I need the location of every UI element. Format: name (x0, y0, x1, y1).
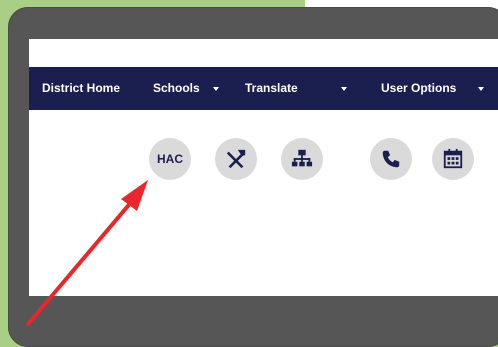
nav-schools-label: Schools (153, 81, 200, 95)
chevron-down-icon (213, 86, 220, 91)
nav-user-options[interactable]: User Options (381, 67, 484, 110)
screen: District Home Schools Translate User Opt… (29, 39, 498, 296)
nav-district-home-label: District Home (42, 81, 121, 95)
nav-user-options-label: User Options (381, 81, 457, 95)
utensils-icon (226, 149, 246, 169)
calendar-button[interactable] (432, 138, 474, 180)
nav-schools[interactable]: Schools (153, 67, 220, 110)
sitemap-icon (291, 149, 313, 167)
phone-icon (382, 150, 400, 168)
nav-translate[interactable]: Translate (245, 67, 348, 110)
contact-button[interactable] (370, 138, 412, 180)
dining-button[interactable] (215, 138, 257, 180)
top-nav: District Home Schools Translate User Opt… (29, 67, 498, 110)
nav-district-home[interactable]: District Home (42, 67, 120, 110)
hac-text-icon: HAC (157, 152, 183, 166)
calendar-icon (443, 148, 463, 169)
chevron-down-icon (341, 86, 348, 91)
directory-button[interactable] (281, 138, 323, 180)
chevron-down-icon (477, 86, 484, 91)
nav-translate-label: Translate (245, 81, 298, 95)
hac-button[interactable]: HAC (149, 138, 191, 180)
